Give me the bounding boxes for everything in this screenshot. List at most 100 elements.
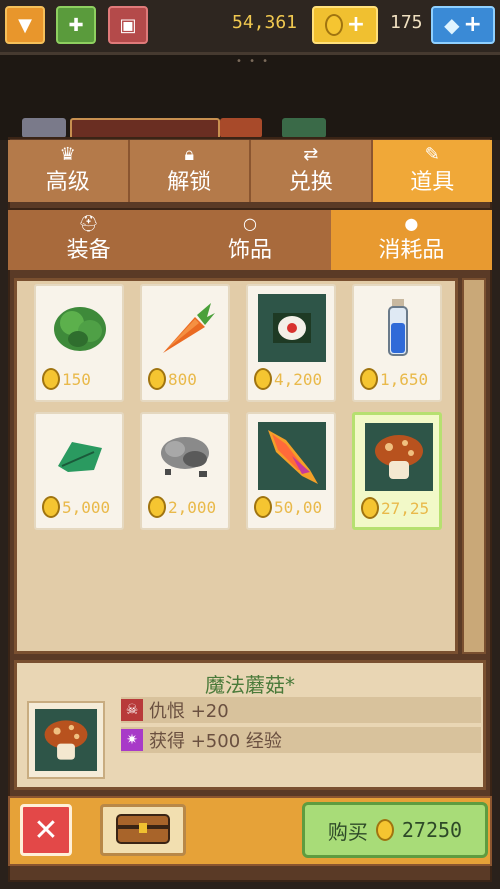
gold-amount: 54,361 <box>232 12 298 33</box>
coin-icon <box>254 368 272 390</box>
item-card-ore-pile[interactable]: 2,000 <box>140 412 230 530</box>
room-furniture <box>220 118 262 138</box>
mushroom-icon <box>35 709 97 771</box>
subtab-equipment[interactable]: ⛑ 装备 <box>8 210 170 270</box>
coin-icon <box>148 496 166 518</box>
box-icon: ▣ <box>119 14 137 36</box>
ring-icon: ○ <box>243 214 257 233</box>
crown-icon: ♛ <box>59 144 76 165</box>
item-price: 50,00 <box>254 496 322 518</box>
tab-items[interactable]: ✎ 道具 <box>372 140 492 202</box>
price-value: 2,000 <box>168 497 217 517</box>
item-card-blue-potion[interactable]: 1,650 <box>352 284 442 402</box>
ore-icon <box>152 422 220 490</box>
room-plant <box>282 118 326 138</box>
sushi-roll-icon <box>258 294 326 362</box>
subtab-label: 装备 <box>66 238 111 263</box>
sparkle-icon: ✷ <box>121 729 143 751</box>
blue-potion-icon <box>364 294 432 362</box>
tab-unlock[interactable]: 🔒︎ 解锁 <box>129 140 251 202</box>
coin-icon <box>148 368 166 390</box>
stat-experience: ✷ 获得 +500 经验 <box>121 727 481 753</box>
close-button[interactable]: ✕ <box>20 804 72 856</box>
helmet-icon: ⛑ <box>78 214 99 233</box>
sub-tabs: ⛑ 装备 ○ 饰品 ● 消耗品 <box>8 208 492 270</box>
subtab-consumables[interactable]: ● 消耗品 <box>330 210 492 270</box>
item-price: 5,000 <box>42 496 110 518</box>
exchange-icon: ⇄ <box>303 144 319 165</box>
item-price: 800 <box>148 368 197 390</box>
potion-icon: ● <box>404 214 419 233</box>
leaf-icon <box>46 422 114 490</box>
diamond-icon: ◆ <box>444 13 460 37</box>
main-tabs: ♛ 高级 🔒︎ 解锁 ⇄ 兑换 ✎ 道具 <box>8 140 492 202</box>
item-price: 4,200 <box>254 368 322 390</box>
skull-icon: ☠ <box>121 699 143 721</box>
subtab-label: 消耗品 <box>378 238 445 263</box>
tab-label: 道具 <box>410 170 455 195</box>
decoration-dots: • • • <box>236 56 271 67</box>
mushroom-icon <box>365 423 433 491</box>
add-person-icon: ✚ <box>68 14 84 36</box>
subtab-accessories[interactable]: ○ 饰品 <box>169 210 331 270</box>
item-card-magic-mushroom[interactable]: 27,25 <box>352 412 442 530</box>
item-card-sushi-roll[interactable]: 4,200 <box>246 284 336 402</box>
item-price: 150 <box>42 368 91 390</box>
lock-icon: 🔒︎ <box>184 144 195 165</box>
price-value: 50,00 <box>274 497 323 517</box>
feather-icon <box>258 422 326 490</box>
subtab-label: 饰品 <box>227 238 272 263</box>
buy-label: 购买 <box>327 819 368 844</box>
coin-icon <box>42 496 60 518</box>
price-value: 800 <box>168 369 197 389</box>
price-value: 1,650 <box>380 369 429 389</box>
lettuce-icon <box>46 294 114 362</box>
stat-text: 仇恨 +20 <box>149 701 229 722</box>
tab-exchange[interactable]: ⇄ 兑换 <box>251 140 373 202</box>
chevron-down-icon: ▼ <box>18 14 32 36</box>
coin-icon <box>361 497 379 519</box>
buy-gem-button[interactable]: ◆ + <box>431 6 495 44</box>
add-hero-button[interactable]: ✚ <box>56 6 96 44</box>
item-price: 2,000 <box>148 496 216 518</box>
menu-dropdown-button[interactable]: ▼ <box>5 6 45 44</box>
item-icon: ✎ <box>424 144 440 165</box>
buy-button[interactable]: 购买 27250 <box>302 802 488 858</box>
chest-icon <box>113 809 173 851</box>
item-price: 27,25 <box>361 497 429 519</box>
inbox-button[interactable]: ▣ <box>108 6 148 44</box>
price-value: 27,25 <box>381 498 430 518</box>
coin-icon <box>254 496 272 518</box>
item-card-carrot[interactable]: 800 <box>140 284 230 402</box>
buy-gold-button[interactable]: + <box>312 6 378 44</box>
item-title: 魔法蘑菇* <box>205 673 295 697</box>
item-card-lettuce[interactable]: 150 <box>34 284 124 402</box>
gem-amount: 175 <box>390 12 423 33</box>
plus-icon: + <box>346 12 366 37</box>
tab-label: 兑换 <box>288 170 333 195</box>
coin-icon <box>360 368 378 390</box>
room-furniture <box>22 118 66 138</box>
tab-advanced[interactable]: ♛ 高级 <box>8 140 130 202</box>
price-value: 150 <box>62 369 91 389</box>
close-icon: ✕ <box>33 812 59 848</box>
coin-icon <box>375 819 394 841</box>
buy-price: 27250 <box>401 818 463 842</box>
coin-icon <box>324 14 343 36</box>
item-card-green-leaf[interactable]: 5,000 <box>34 412 124 530</box>
item-detail-panel: 魔法蘑菇* ☠ 仇恨 +20 ✷ 获得 +500 经验 <box>14 660 486 790</box>
coin-icon <box>42 368 60 390</box>
chest-button[interactable] <box>100 804 186 856</box>
item-price: 1,650 <box>360 368 428 390</box>
plus-icon: + <box>463 12 482 37</box>
tab-label: 解锁 <box>167 170 212 195</box>
selected-item-frame <box>27 701 105 779</box>
carrot-icon <box>152 294 220 362</box>
item-card-phoenix-feather[interactable]: 50,00 <box>246 412 336 530</box>
price-value: 4,200 <box>274 369 323 389</box>
stat-text: 获得 +500 经验 <box>149 731 282 752</box>
scrollbar[interactable] <box>462 278 486 654</box>
stat-threat: ☠ 仇恨 +20 <box>121 697 481 723</box>
top-bar: ▼ ✚ ▣ 54,361 + 175 ◆ + <box>0 0 500 55</box>
price-value: 5,000 <box>62 497 111 517</box>
